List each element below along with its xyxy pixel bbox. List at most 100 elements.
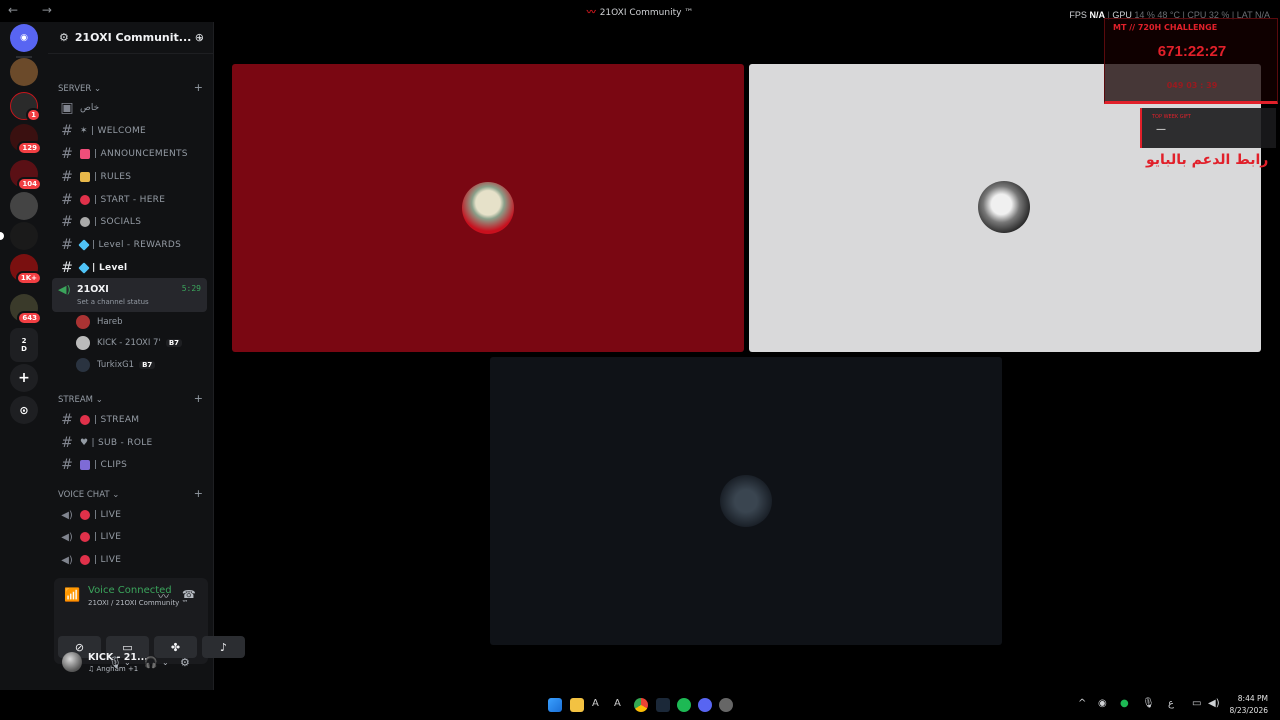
create-channel-icon[interactable]: + — [194, 393, 203, 405]
voice-location[interactable]: 21OXI / 21OXI Community ™ — [88, 599, 188, 607]
selected-indicator — [0, 232, 4, 240]
server-icon[interactable] — [10, 192, 38, 220]
notification-badge: 1K+ — [15, 271, 42, 285]
microphone-tray-icon[interactable]: 🎙 — [1142, 698, 1155, 709]
clock-time: 8:44 PM — [1237, 694, 1268, 703]
participant-tile[interactable] — [232, 64, 744, 352]
pin-icon — [80, 195, 90, 205]
add-member-icon[interactable]: ⊕ — [195, 31, 204, 44]
windows-start-icon[interactable] — [548, 698, 562, 712]
channel-socials[interactable]: # | SOCIALS — [58, 212, 203, 232]
sub-timer: 049 03 : 39 — [1166, 81, 1218, 90]
noise-suppression-icon[interactable]: 〰 — [158, 588, 169, 604]
server-icon[interactable]: 643 — [10, 294, 42, 325]
discord-home-icon[interactable]: ◉ — [10, 24, 38, 52]
speaker-icon: ◀) — [61, 509, 73, 521]
channel-rules[interactable]: # | RULES — [58, 167, 203, 187]
signal-icon[interactable]: 📶 — [64, 588, 80, 603]
server-icon[interactable]: 1K+ — [10, 254, 42, 285]
server-icon[interactable]: 1 — [10, 92, 41, 122]
link-icon — [80, 217, 90, 227]
challenge-timer: 671:22:27 — [1157, 43, 1227, 60]
fps-label: FPS — [1069, 10, 1087, 20]
network-icon[interactable]: ▭ — [1192, 698, 1201, 709]
gift-widget: TOP WEEK GIFT — — [1140, 108, 1276, 148]
microphone-icon[interactable]: 🎙 — [108, 656, 122, 669]
speaker-icon: ◀) — [58, 283, 71, 296]
server-icon-selected[interactable] — [0, 222, 38, 250]
member-tag: B7 — [139, 361, 156, 369]
channel-sidebar: ⚙ 21OXI Communit... ⌄ ⊕ SERVER ⌄ + ▣ خاص #… — [48, 22, 245, 690]
channel-stream[interactable]: # | STREAM — [58, 410, 203, 430]
create-channel-icon[interactable]: + — [194, 82, 203, 94]
diamond-icon — [78, 239, 90, 251]
voice-channel-live[interactable]: ◀) | LIVE — [58, 505, 203, 525]
channel-start-here[interactable]: # | START - HERE — [58, 190, 203, 210]
channel-level-rewards[interactable]: # | Level - REWARDS — [58, 235, 203, 255]
discord-icon[interactable] — [698, 698, 712, 712]
participant-tile[interactable] — [490, 357, 1002, 645]
chrome-icon[interactable] — [634, 698, 648, 712]
headphones-icon[interactable]: 🎧 — [144, 656, 158, 669]
channel-status-prompt[interactable]: Set a channel status — [77, 298, 149, 306]
server-icon[interactable]: 104 — [10, 160, 42, 191]
voice-channel-live[interactable]: ◀) | LIVE — [58, 527, 203, 547]
category-server[interactable]: SERVER ⌄ + — [58, 82, 203, 94]
chevron-down-icon[interactable]: ⌄ — [162, 658, 169, 667]
spotify-icon[interactable] — [677, 698, 691, 712]
voice-channel-live[interactable]: ◀) | LIVE — [58, 550, 203, 570]
volume-icon[interactable]: ◀) — [1208, 698, 1220, 709]
voice-member[interactable]: KICK - 21OXI 7' B7 — [76, 334, 183, 352]
clock-date: 8/23/2026 — [1229, 706, 1268, 715]
red-dot-icon — [80, 532, 90, 542]
channel-clips[interactable]: # | CLIPS — [58, 455, 203, 475]
user-panel: KICK - 21... ♫ Angham +1 🎙 ⌄ 🎧 ⌄ ⚙ — [48, 644, 214, 684]
red-dot-icon — [80, 555, 90, 565]
app-a-icon[interactable]: A — [614, 698, 628, 712]
app-icon[interactable] — [719, 698, 733, 712]
user-avatar[interactable] — [62, 652, 82, 672]
voice-member[interactable]: TurkixG1 B7 — [76, 356, 156, 374]
steam-icon[interactable] — [656, 698, 670, 712]
participant-avatar — [978, 181, 1030, 233]
create-channel-icon[interactable]: + — [194, 488, 203, 500]
server-header[interactable]: ⚙ 21OXI Communit... ⌄ ⊕ — [48, 22, 214, 54]
avatar — [76, 358, 90, 372]
spotify-tray-icon[interactable]: ● — [1120, 698, 1129, 709]
language-indicator[interactable]: ع — [1168, 698, 1174, 709]
speaker-icon: ◀) — [61, 554, 73, 566]
disconnect-icon[interactable]: ☎ — [182, 588, 196, 601]
explore-servers-icon[interactable]: ⊙ — [10, 396, 38, 424]
server-folder[interactable]: 2D — [10, 328, 38, 362]
avatar — [76, 315, 90, 329]
channel-welcome[interactable]: # ✶ | WELCOME — [58, 121, 203, 141]
diamond-icon — [78, 262, 90, 274]
add-server-icon[interactable]: + — [10, 364, 38, 392]
server-icon[interactable] — [10, 58, 38, 86]
channel-level[interactable]: # | Level — [58, 258, 203, 278]
channel-announcements[interactable]: # | ANNOUNCEMENTS — [58, 144, 203, 164]
app-a-icon[interactable]: A — [592, 698, 606, 712]
channel-sub-role[interactable]: # ♥ | SUB - ROLE — [58, 433, 203, 453]
tray-overflow-icon[interactable]: ^ — [1078, 698, 1086, 709]
avatar — [76, 336, 90, 350]
megaphone-icon — [80, 149, 90, 159]
participant-avatar — [720, 475, 772, 527]
voice-member[interactable]: Hareb — [76, 313, 123, 331]
chevron-down-icon[interactable]: ⌄ — [124, 658, 131, 667]
scroll-icon — [80, 172, 90, 182]
file-explorer-icon[interactable] — [570, 698, 584, 712]
voice-channel-active[interactable]: ◀) 21OXI Set a channel status 5:29 — [52, 278, 207, 312]
red-dot-icon — [80, 415, 90, 425]
server-settings-icon: ⚙ — [59, 31, 69, 44]
user-settings-icon[interactable]: ⚙ — [180, 656, 190, 669]
notification-badge: 104 — [17, 177, 42, 191]
server-rail: ◉ 1 129 104 1K+ 643 2D + ⊙ — [0, 22, 48, 690]
server-icon[interactable]: 129 — [10, 124, 42, 155]
clapper-icon — [80, 460, 90, 470]
tray-app-icon[interactable]: ◉ — [1098, 698, 1107, 709]
category-stream[interactable]: STREAM ⌄ + — [58, 393, 203, 405]
channel-private[interactable]: ▣ خاص — [58, 98, 203, 118]
system-clock[interactable]: 8:44 PM 8/23/2026 — [1230, 693, 1268, 717]
category-voice-chat[interactable]: VOICE CHAT ⌄ + — [58, 488, 203, 500]
